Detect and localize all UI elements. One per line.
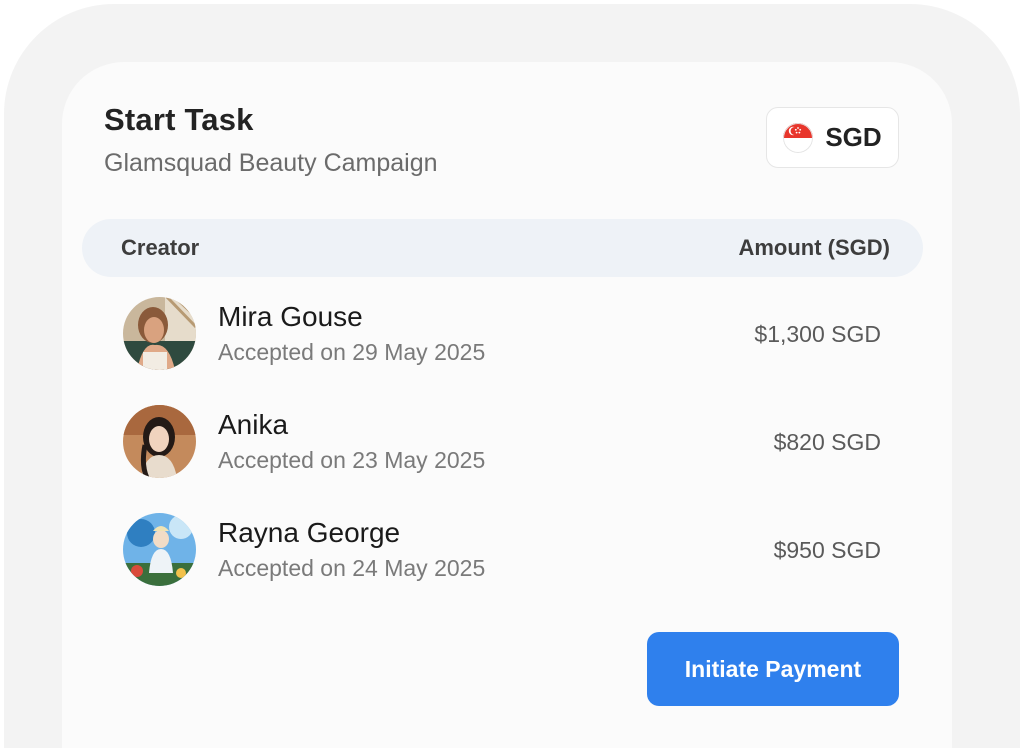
currency-label: SGD <box>825 122 882 152</box>
creator-name: Mira Gouse <box>218 301 363 332</box>
table-row: Rayna George Accepted on 24 May 2025 $95… <box>123 513 881 587</box>
accepted-date: Accepted on 29 May 2025 <box>218 339 486 365</box>
avatar <box>123 297 196 370</box>
table-header: Creator Amount (SGD) <box>82 219 923 277</box>
singapore-flag-icon <box>783 122 814 153</box>
campaign-subtitle: Glamsquad Beauty Campaign <box>104 149 438 177</box>
page-title: Start Task <box>104 102 254 137</box>
table-row: Mira Gouse Accepted on 29 May 2025 $1,30… <box>123 297 881 371</box>
avatar <box>123 513 196 586</box>
amount-value: $950 SGD <box>773 537 881 563</box>
amount-value: $1,300 SGD <box>754 321 881 347</box>
column-header-amount: Amount (SGD) <box>738 235 890 260</box>
accepted-date: Accepted on 24 May 2025 <box>218 555 486 581</box>
table-row: Anika Accepted on 23 May 2025 $820 SGD <box>123 405 881 479</box>
column-header-creator: Creator <box>121 235 200 260</box>
initiate-payment-button[interactable]: Initiate Payment <box>647 632 899 706</box>
accepted-date: Accepted on 23 May 2025 <box>218 447 486 473</box>
currency-selector-button[interactable]: SGD <box>766 107 899 168</box>
avatar <box>123 405 196 478</box>
creator-name: Rayna George <box>218 517 401 548</box>
initiate-payment-label: Initiate Payment <box>684 655 862 682</box>
creator-name: Anika <box>218 409 289 440</box>
amount-value: $820 SGD <box>773 429 881 455</box>
